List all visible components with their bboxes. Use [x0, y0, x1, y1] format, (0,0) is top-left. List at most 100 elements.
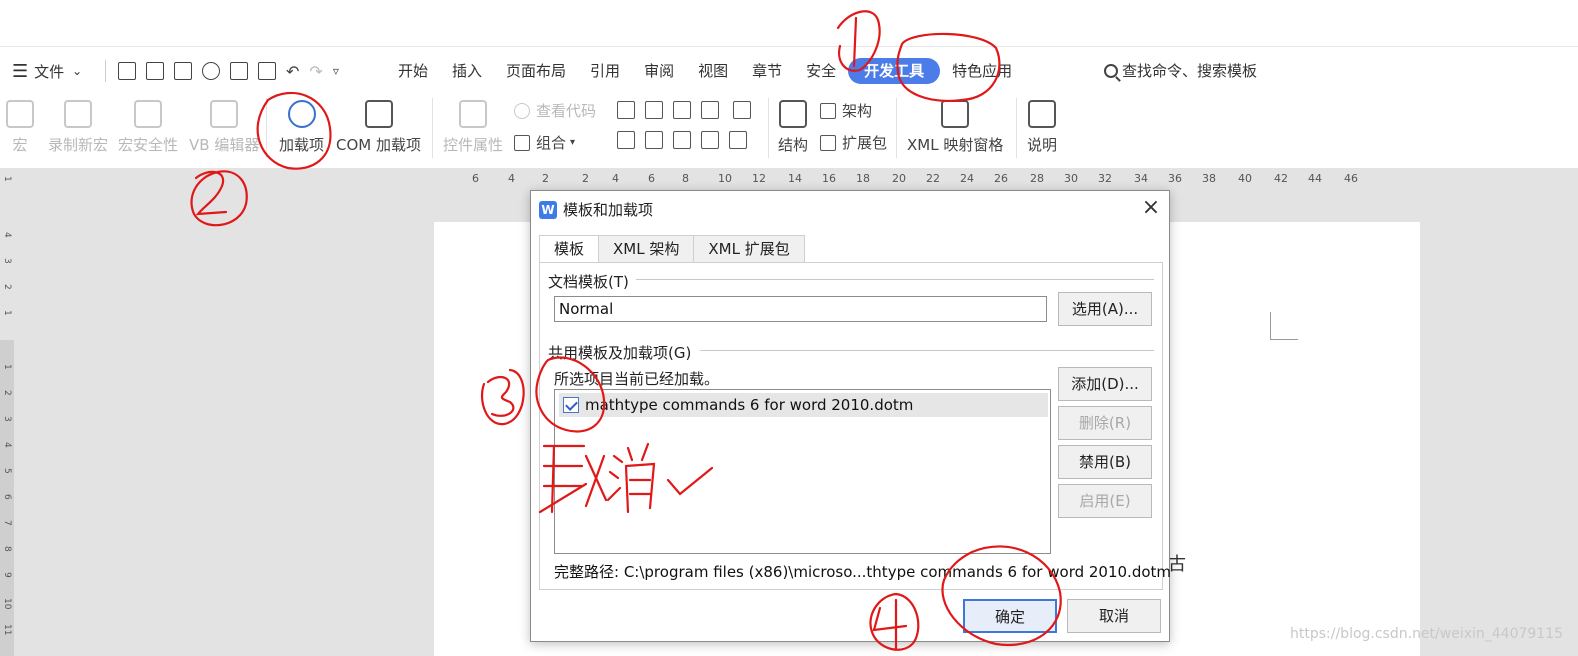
vb-editor-button[interactable]: VB 编辑器	[189, 94, 259, 164]
structure-button[interactable]: 结构	[778, 94, 808, 164]
open-folder-icon[interactable]	[146, 62, 164, 80]
ruler-tick-label: 6	[648, 172, 655, 185]
add-button[interactable]: 添加(D)...	[1058, 367, 1152, 401]
addins-button[interactable]: 加载项	[279, 94, 324, 164]
addin-checkbox[interactable]	[563, 397, 579, 413]
vertical-ruler-tick-label: 1	[2, 364, 12, 370]
repeating-section-control-icon[interactable]	[701, 131, 719, 149]
date-picker-control-icon[interactable]	[673, 131, 691, 149]
addins-listbox[interactable]: mathtype commands 6 for word 2010.dotm	[554, 389, 1051, 554]
expansion-pack-button[interactable]: 扩展包	[820, 132, 887, 153]
tab-special-apps[interactable]: 特色应用	[940, 58, 1024, 84]
record-macro-icon	[64, 100, 92, 128]
chevron-down-icon: ⌄	[72, 64, 83, 78]
macro-security-label: 宏安全性	[118, 136, 179, 154]
ruler-tick-label: 10	[718, 172, 732, 185]
ruler-tick-label: 44	[1308, 172, 1322, 185]
close-icon[interactable]: ×	[1139, 197, 1163, 221]
ruler-tick-label: 40	[1238, 172, 1252, 185]
legacy-tools-icon[interactable]	[729, 131, 747, 149]
divider	[896, 98, 897, 158]
vertical-ruler-tick-label: 8	[2, 546, 12, 552]
file-menu[interactable]: ☰ 文件 ⌄	[12, 59, 82, 83]
macro-icon	[6, 100, 34, 128]
developer-ribbon: 宏 录制新宏 宏安全性 VB 编辑器 加载项 COM 加载项 控件属性 查看代码…	[0, 94, 1578, 168]
control-properties-label: 控件属性	[443, 136, 504, 154]
ruler-tick-label: 22	[926, 172, 940, 185]
ok-button[interactable]: 确定	[963, 599, 1057, 633]
picture-control-icon[interactable]	[673, 101, 691, 119]
dropdown-control-icon[interactable]	[645, 131, 663, 149]
print-preview-icon[interactable]	[258, 62, 276, 80]
schema-button[interactable]: 架构	[820, 100, 872, 121]
hamburger-icon: ☰	[12, 60, 29, 82]
help-label: 说明	[1027, 136, 1058, 154]
list-item[interactable]: mathtype commands 6 for word 2010.dotm	[559, 393, 1048, 417]
tab-insert[interactable]: 插入	[440, 58, 494, 84]
control-properties-button[interactable]: 控件属性	[443, 94, 503, 164]
record-macro-button[interactable]: 录制新宏	[48, 94, 108, 164]
dialog-tabs: 模板 XML 架构 XML 扩展包	[539, 235, 805, 263]
vertical-ruler-tick-label: 2	[2, 284, 12, 290]
help-button[interactable]: 说明	[1027, 94, 1057, 164]
disable-button[interactable]: 禁用(B)	[1058, 445, 1152, 479]
tab-templates[interactable]: 模板	[539, 235, 600, 263]
remove-button[interactable]: 删除(R)	[1058, 406, 1152, 440]
view-code-button[interactable]: 查看代码	[514, 100, 596, 121]
horizontal-ruler[interactable]: 6 4 2 2 4 6 8 10 12 14 16 18 20 22 24 26 28 30 32 34 36 38 40 4…	[452, 168, 1408, 188]
group-button[interactable]: 组合 ▾	[514, 132, 575, 153]
addins-label: 加载项	[279, 136, 325, 154]
cancel-button[interactable]: 取消	[1067, 599, 1161, 633]
gear-icon	[287, 100, 316, 128]
new-document-icon[interactable]	[118, 62, 136, 80]
macro-security-button[interactable]: 宏安全性	[118, 94, 178, 164]
divider	[1016, 98, 1017, 158]
command-search[interactable]: 查找命令、搜索模板	[1104, 60, 1257, 81]
tab-review[interactable]: 审阅	[632, 58, 686, 84]
xml-mapping-pane-button[interactable]: XML 映射窗格	[907, 94, 1003, 164]
vertical-ruler[interactable]: 1 4 3 2 1 1 2 3 4 5 6 7 8 9 10 11	[0, 168, 14, 656]
text-control-icon[interactable]	[617, 101, 635, 119]
divider	[266, 98, 267, 158]
expansion-pack-icon	[820, 134, 836, 151]
save-icon[interactable]	[174, 62, 192, 80]
doc-template-field[interactable]: Normal	[554, 296, 1047, 322]
view-code-label: 查看代码	[536, 102, 597, 120]
ribbon-tabs: 开始 插入 页面布局 引用 审阅 视图 章节 安全 开发工具 特色应用	[386, 58, 1024, 84]
structure-label: 结构	[778, 136, 809, 154]
ruler-tick-label: 32	[1098, 172, 1112, 185]
print-icon[interactable]	[230, 62, 248, 80]
full-path-text: 完整路径: C:\program files (x86)\microso...t…	[554, 563, 1172, 581]
macro-button[interactable]: 宏	[6, 94, 34, 164]
enable-button[interactable]: 启用(E)	[1058, 484, 1152, 518]
addin-name: mathtype commands 6 for word 2010.dotm	[585, 396, 914, 414]
tab-home[interactable]: 开始	[386, 58, 440, 84]
com-addins-button[interactable]: COM 加载项	[336, 94, 421, 164]
redo-icon[interactable]: ↷	[309, 62, 322, 81]
customize-toolbar-icon[interactable]: ▿	[333, 64, 339, 78]
doc-template-group-label: 文档模板(T)	[548, 273, 629, 291]
control-properties-icon	[459, 100, 487, 128]
record-macro-label: 录制新宏	[48, 136, 109, 154]
gallery-control-icon[interactable]	[701, 101, 719, 119]
tab-references[interactable]: 引用	[578, 58, 632, 84]
checkbox-control-icon[interactable]	[733, 101, 751, 119]
tab-section[interactable]: 章节	[740, 58, 794, 84]
combo-box-control-icon[interactable]	[617, 131, 635, 149]
ruler-tick-label: 34	[1134, 172, 1148, 185]
macro-label: 宏	[12, 136, 28, 154]
format-painter-icon[interactable]	[202, 62, 220, 80]
tab-page-layout[interactable]: 页面布局	[494, 58, 578, 84]
divider	[105, 60, 106, 82]
divider	[768, 98, 769, 158]
tab-xml-expansion-pack[interactable]: XML 扩展包	[693, 235, 805, 263]
tab-security[interactable]: 安全	[794, 58, 848, 84]
tab-developer[interactable]: 开发工具	[848, 58, 941, 84]
undo-icon[interactable]: ↶	[286, 62, 299, 81]
ruler-tick-label: 6	[472, 172, 479, 185]
templates-addins-dialog: W 模板和加载项 × 模板 XML 架构 XML 扩展包 文档模板(T) Nor…	[530, 190, 1172, 642]
rich-text-control-icon[interactable]	[645, 101, 663, 119]
tab-xml-schema[interactable]: XML 架构	[598, 235, 695, 263]
select-template-button[interactable]: 选用(A)...	[1058, 292, 1152, 326]
tab-view[interactable]: 视图	[686, 58, 740, 84]
